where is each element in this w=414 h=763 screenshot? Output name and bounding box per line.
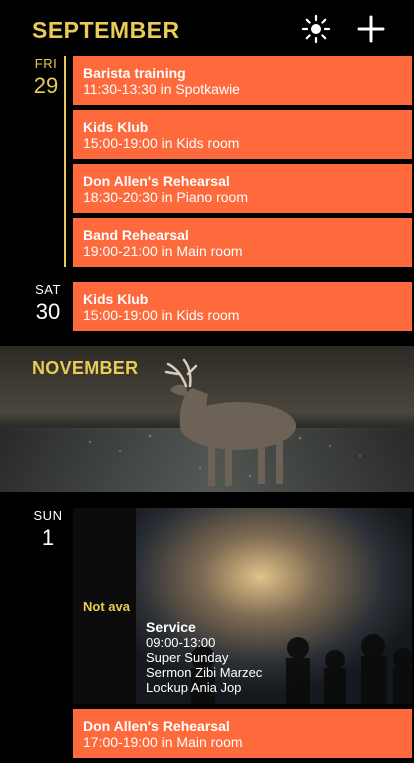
- event-time: 09:00-13:00: [146, 635, 216, 650]
- day-number: 29: [33, 73, 59, 98]
- service-event-card[interactable]: Not ava Service 09:00-13:00 Super Sunday…: [73, 508, 412, 704]
- availability-status: Not ava: [83, 599, 130, 614]
- event-time: 18:30-20:30 in Piano room: [83, 189, 248, 205]
- day-number: 1: [41, 525, 55, 550]
- event-card[interactable]: Barista training 11:30-13:30 in Spotkawi…: [73, 56, 412, 105]
- event-card[interactable]: Kids Klub 15:00-19:00 in Kids room: [73, 282, 412, 331]
- event-title: Service: [146, 619, 196, 635]
- event-time: 17:00-19:00 in Main room: [83, 734, 243, 750]
- event-detail: Lockup Ania Jop: [146, 680, 242, 695]
- plus-icon[interactable]: [354, 12, 388, 46]
- event-time: 15:00-19:00 in Kids room: [83, 307, 240, 323]
- event-time: 19:00-21:00 in Main room: [83, 243, 243, 259]
- day-number: 30: [35, 299, 61, 324]
- event-title: Don Allen's Rehearsal: [83, 173, 230, 189]
- event-card[interactable]: Kids Klub 15:00-19:00 in Kids room: [73, 110, 412, 159]
- event-title: Kids Klub: [83, 119, 149, 135]
- event-time: 15:00-19:00 in Kids room: [83, 135, 240, 151]
- event-detail: Super Sunday: [146, 650, 229, 665]
- event-card[interactable]: Band Rehearsal 19:00-21:00 in Main room: [73, 218, 412, 267]
- month-title: NOVEMBER: [32, 358, 139, 378]
- event-time: 11:30-13:30 in Spotkawie: [83, 81, 240, 97]
- event-title: Don Allen's Rehearsal: [83, 718, 230, 734]
- day-of-week: FRI: [34, 56, 58, 71]
- event-detail: Sermon Zibi Marzec: [146, 665, 263, 680]
- event-title: Barista training: [83, 65, 186, 81]
- day-label-fri-29: FRI 29: [16, 56, 76, 99]
- day-label-sun-1: SUN 1: [18, 508, 78, 551]
- event-card[interactable]: Don Allen's Rehearsal 17:00-19:00 in Mai…: [73, 709, 412, 758]
- event-title: Kids Klub: [83, 291, 149, 307]
- day-label-sat-30: SAT 30: [18, 282, 78, 325]
- sun-icon[interactable]: [299, 12, 333, 46]
- event-title: Band Rehearsal: [83, 227, 189, 243]
- day-of-week: SAT: [35, 282, 61, 297]
- month-title: SEPTEMBER: [32, 17, 180, 43]
- month-banner-november: NOVEMBER: [0, 346, 414, 492]
- day-of-week: SUN: [33, 508, 63, 523]
- event-card[interactable]: Don Allen's Rehearsal 18:30-20:30 in Pia…: [73, 164, 412, 213]
- today-indicator-line: [64, 56, 66, 267]
- month-header-september: SEPTEMBER: [0, 0, 414, 52]
